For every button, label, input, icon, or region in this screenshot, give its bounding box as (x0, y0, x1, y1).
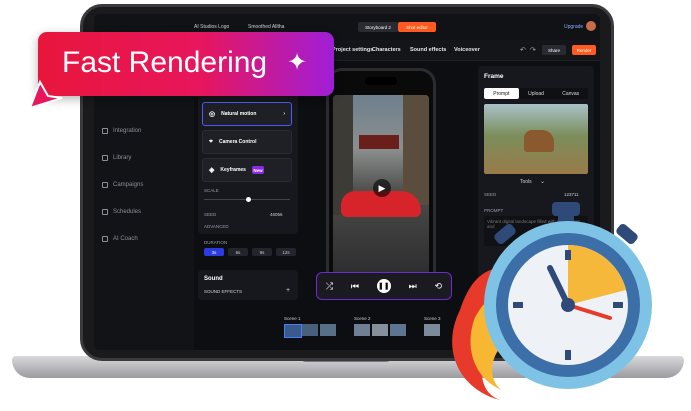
video-preview-image: ▶ (333, 95, 429, 275)
phone-preview: ▶ (326, 68, 436, 298)
integration-icon (102, 128, 108, 134)
player-controls: ⤮ ⏮ ❚❚ ⏭ ⟲ (316, 272, 452, 300)
card-label: Natural motion (221, 111, 257, 117)
keyframes-card[interactable]: ◈ Keyframes New (202, 158, 292, 182)
tab-upload[interactable]: Upload (519, 88, 554, 99)
upgrade-link[interactable]: Upgrade (564, 24, 583, 30)
tab-canvas[interactable]: Canvas (553, 88, 588, 99)
camera-control-card[interactable]: ⌖ Camera Control (202, 130, 292, 154)
shuffle-icon[interactable]: ⤮ (326, 281, 333, 292)
seed-value[interactable]: 46056 (270, 212, 283, 217)
horse-shape (524, 130, 554, 152)
camera-icon: ⌖ (209, 138, 213, 145)
scene-label: Scene 3 (424, 316, 441, 321)
clip-thumb[interactable] (354, 324, 370, 336)
schedules-icon (102, 209, 108, 215)
sidebar-item-ai-coach[interactable]: AI Coach (102, 236, 138, 242)
sound-effects-label: SOUND EFFECTS (204, 289, 243, 294)
toolbar-project-settings[interactable]: Project settings (332, 47, 373, 53)
awning (359, 135, 399, 149)
clip-thumb[interactable] (284, 324, 302, 338)
cursor-pointer-icon (28, 79, 63, 110)
play-icon[interactable]: ▶ (373, 179, 391, 197)
stopwatch-icon (452, 202, 652, 400)
frame-title: Frame (484, 73, 504, 80)
badge-title: Fast Rendering (62, 46, 268, 79)
pause-icon[interactable]: ❚❚ (376, 279, 391, 293)
card-label: Keyframes (220, 167, 246, 173)
tab-prompt[interactable]: Prompt (484, 88, 519, 99)
building-right (403, 95, 429, 205)
chevron-down-icon: ⌄ (540, 179, 546, 185)
sidebar-item-label: Campaigns (113, 182, 144, 188)
toolbar-characters[interactable]: Characters (372, 47, 401, 53)
render-button[interactable]: Render (572, 45, 596, 55)
frame-tabs: Prompt Upload Canvas (484, 88, 588, 99)
scene-label: Scene 2 (354, 316, 371, 321)
advanced-toggle[interactable]: ADVANCED (204, 224, 229, 229)
clip-thumb[interactable] (320, 324, 336, 336)
scene-label: Scene 1 (284, 316, 301, 321)
clip-thumb[interactable] (302, 324, 318, 336)
sidebar-item-library[interactable]: Library (102, 155, 131, 161)
tab-storyboard[interactable]: Storyboard 2 (358, 22, 398, 32)
ai-coach-icon (102, 236, 108, 242)
redo-icon[interactable]: ↷ (530, 46, 536, 54)
sidebar: Integration Library Campaigns Schedules … (94, 60, 194, 350)
duration-9s[interactable]: 9s (252, 248, 272, 256)
duration-3s[interactable]: 3s (204, 248, 224, 256)
seed-label: SEED (204, 212, 217, 217)
card-label: Camera Control (218, 139, 257, 145)
sound-title: Sound (204, 276, 223, 282)
toolbar-voiceover[interactable]: Voiceover (454, 47, 480, 53)
clip-thumb[interactable] (390, 324, 406, 336)
previous-icon[interactable]: ⏮ (351, 281, 359, 292)
next-icon[interactable]: ⏭ (409, 281, 417, 292)
duration-label: DURATION (204, 240, 228, 245)
sidebar-item-campaigns[interactable]: Campaigns (102, 182, 143, 188)
add-sound-icon[interactable]: + (286, 287, 290, 294)
project-name[interactable]: Smoothed Alltha (248, 24, 284, 30)
scale-label: SCALE (204, 188, 219, 193)
sidebar-item-label: Schedules (113, 209, 142, 215)
app-logo: AI Studios Logo (194, 24, 230, 30)
keyframes-icon: ◈ (209, 167, 215, 174)
sparkle-icon: ✦ (287, 49, 308, 76)
sound-panel: Sound SOUND EFFECTS + (198, 270, 298, 300)
phone-notch (365, 77, 397, 85)
scale-slider-handle[interactable] (246, 197, 251, 202)
tools-dropdown[interactable]: Tools (520, 179, 532, 185)
undo-icon[interactable]: ↶ (520, 46, 526, 54)
toolbar-sound-effects[interactable]: Sound effects (410, 47, 446, 53)
natural-motion-card[interactable]: ◎ Natural motion › (202, 102, 292, 126)
chevron-right-icon: › (283, 111, 285, 117)
sidebar-item-label: AI Coach (113, 236, 138, 242)
sidebar-item-label: Library (113, 155, 132, 161)
campaigns-icon (102, 182, 108, 188)
sidebar-item-schedules[interactable]: Schedules (102, 209, 141, 215)
avatar[interactable] (586, 21, 596, 31)
duration-6s[interactable]: 6s (228, 248, 248, 256)
share-button[interactable]: Share (542, 45, 566, 55)
library-icon (102, 155, 108, 161)
clip-thumb[interactable] (372, 324, 388, 336)
tab-shot-editor[interactable]: Shot editor (398, 22, 436, 32)
new-badge: New (251, 166, 264, 174)
sidebar-item-label: Integration (113, 128, 142, 134)
duration-12s[interactable]: 12s (276, 248, 296, 256)
frame-thumbnail[interactable] (484, 104, 588, 174)
sidebar-item-integration[interactable]: Integration (102, 128, 141, 134)
motion-icon: ◎ (209, 111, 216, 118)
clip-thumb[interactable] (424, 324, 440, 336)
